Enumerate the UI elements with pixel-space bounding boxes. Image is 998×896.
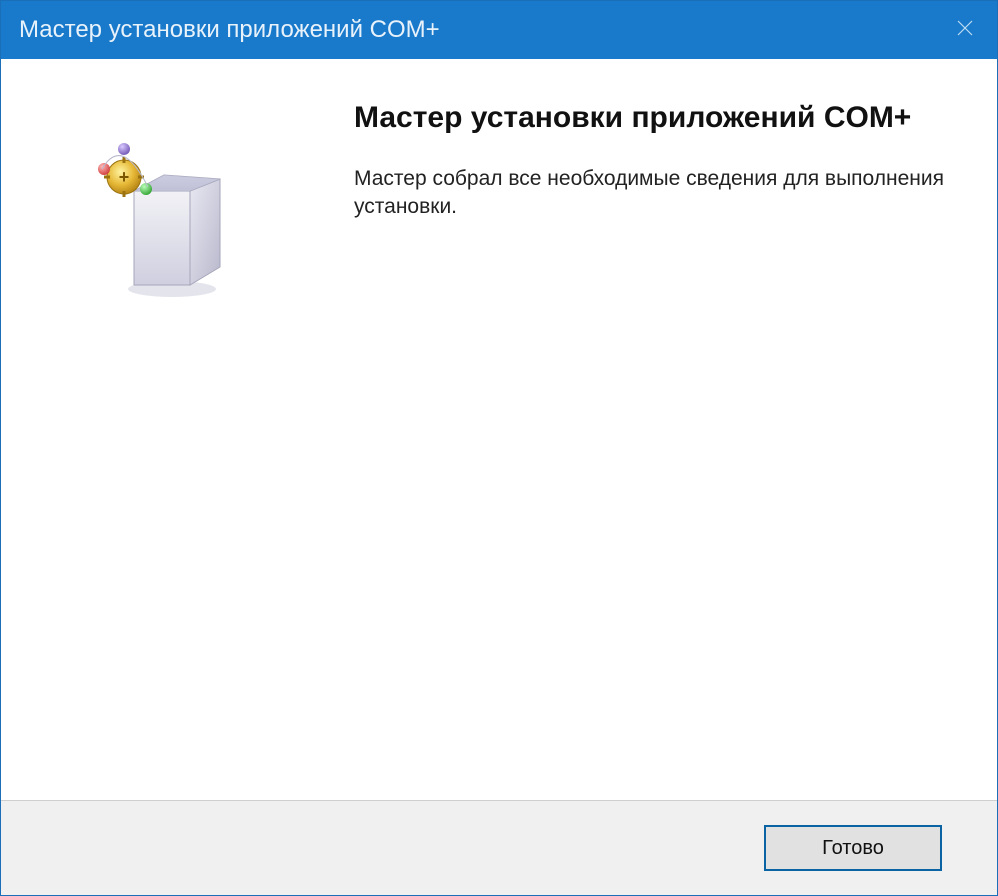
svg-text:+: + [118, 167, 129, 187]
content-area: Мастер установки приложений COM+ Мастер … [336, 59, 997, 800]
titlebar: Мастер установки приложений COM+ [1, 1, 997, 59]
page-heading: Мастер установки приложений COM+ [354, 99, 957, 137]
page-description: Мастер собрал все необходимые сведения д… [354, 165, 957, 222]
wizard-window: Мастер установки приложений COM+ [0, 0, 998, 896]
close-icon [956, 19, 974, 42]
window-title: Мастер установки приложений COM+ [19, 16, 440, 44]
installer-box-icon: + [94, 139, 244, 299]
finish-button[interactable]: Готово [765, 826, 941, 870]
body-area: + Мастер установки приложений COM+ Масте… [1, 59, 997, 801]
close-button[interactable] [949, 14, 981, 46]
footer: Готово [1, 801, 997, 895]
sidebar: + [1, 59, 336, 800]
